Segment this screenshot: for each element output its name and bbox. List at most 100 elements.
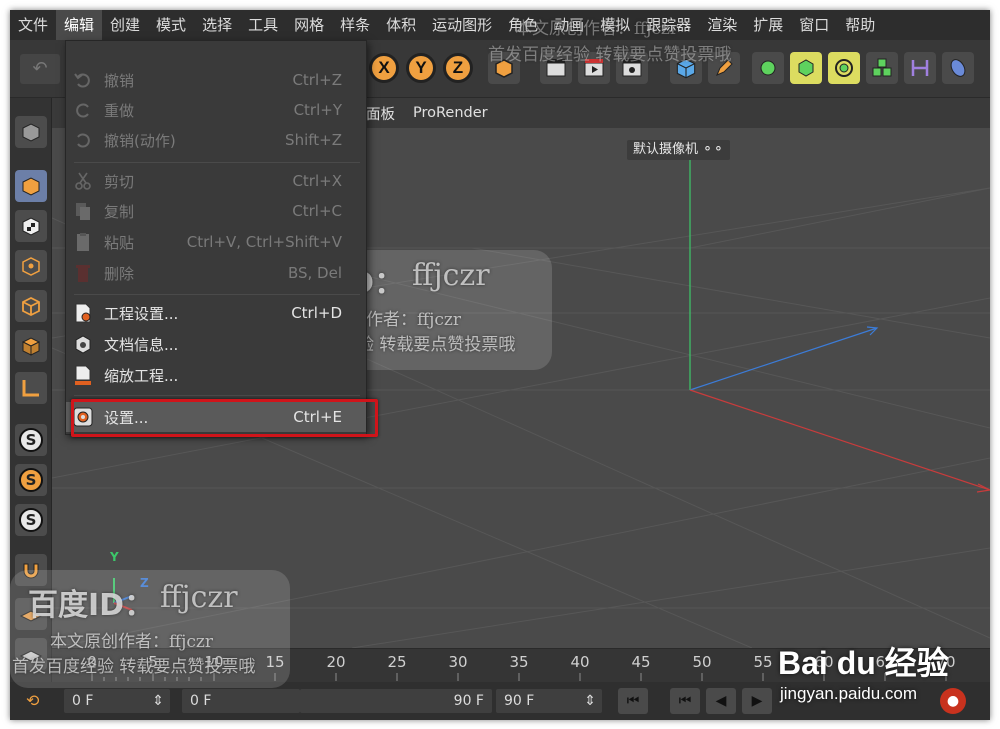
- timeline-tick: 30: [448, 653, 468, 671]
- menu-item-label: 复制: [104, 202, 135, 221]
- menu-help[interactable]: 帮助: [837, 10, 883, 40]
- x-axis-line: [689, 389, 990, 491]
- menu-separator: [74, 294, 360, 295]
- texture-mode-button[interactable]: [15, 210, 47, 242]
- green-cubes-icon: [872, 58, 892, 77]
- menu-create[interactable]: 创建: [102, 10, 148, 40]
- solo-off-button[interactable]: S: [15, 424, 47, 456]
- menu-item-delete[interactable]: 删除 BS, Del: [66, 258, 366, 288]
- menu-volume[interactable]: 体积: [378, 10, 424, 40]
- menu-item-shortcut: Ctrl+C: [292, 202, 342, 220]
- menu-item-label: 工程设置...: [104, 304, 179, 323]
- menu-item-shortcut: Ctrl+Z: [292, 71, 342, 89]
- array-button[interactable]: [866, 52, 898, 84]
- menu-item-document-info[interactable]: 文档信息...: [66, 329, 366, 359]
- menu-extensions[interactable]: 扩展: [745, 10, 791, 40]
- previous-key-button[interactable]: ⏮: [670, 688, 700, 714]
- menu-edit[interactable]: 编辑: [56, 10, 103, 40]
- menu-item-scale-project[interactable]: 缩放工程...: [66, 360, 366, 390]
- subdivision-surface-button[interactable]: [752, 52, 784, 84]
- undo-icon: [72, 69, 94, 91]
- camera-label-text: 默认摄像机: [633, 142, 699, 157]
- start-frame-value: 0 F: [190, 693, 212, 709]
- go-to-start-button[interactable]: ⏮: [618, 688, 648, 714]
- green-extrude-icon: [798, 59, 814, 77]
- x-axis-lock-button[interactable]: X: [368, 52, 400, 84]
- cloner-button[interactable]: [828, 52, 860, 84]
- menu-item-undo[interactable]: 撤销 Ctrl+Z: [66, 65, 366, 95]
- timeline-tick: 40: [570, 653, 590, 671]
- previous-frame-button[interactable]: ◀: [706, 688, 736, 714]
- document-info-icon: [72, 333, 94, 355]
- scale-project-icon: [72, 364, 94, 386]
- light-icon: [950, 59, 966, 77]
- make-editable-button[interactable]: [15, 116, 47, 148]
- menu-mesh[interactable]: 网格: [286, 10, 332, 40]
- play-button[interactable]: ▶: [742, 688, 772, 714]
- menu-item-label: 重做: [104, 101, 135, 120]
- timeline-tick: 35: [509, 653, 529, 671]
- toolbar-undo-button[interactable]: ↶: [20, 54, 60, 84]
- menu-item-shortcut: Ctrl+D: [291, 304, 342, 322]
- menu-select[interactable]: 选择: [194, 10, 240, 40]
- menu-item-shortcut: Ctrl+V, Ctrl+Shift+V: [186, 233, 342, 251]
- menu-item-label: 撤销: [104, 71, 135, 90]
- menu-item-project-settings[interactable]: 工程设置... Ctrl+D: [66, 298, 366, 328]
- max-frame-value: 90 F: [504, 693, 535, 709]
- checker-cube-icon: [22, 217, 40, 236]
- record-mode-icon[interactable]: ⟲: [26, 689, 44, 713]
- menu-item-shortcut: Ctrl+X: [292, 172, 342, 190]
- watermark-slogan: 首发百度经验 转载要点赞投票哦: [488, 45, 732, 65]
- menu-separator: [74, 162, 360, 163]
- points-mode-button[interactable]: [15, 250, 47, 282]
- timeline-tick: 20: [326, 653, 346, 671]
- menubar: 文件 编辑 创建 模式 选择 工具 网格 样条 体积 运动图形 角色 动画 模拟…: [10, 10, 990, 40]
- watermark-author: 本文原创作者：ffjczr: [50, 632, 213, 652]
- start-frame-field[interactable]: 0 F: [182, 689, 300, 713]
- light-button[interactable]: [942, 52, 974, 84]
- edges-mode-button[interactable]: [15, 290, 47, 322]
- undo-action-icon: [72, 129, 94, 151]
- menu-item-label: 删除: [104, 264, 135, 283]
- menu-mode[interactable]: 模式: [148, 10, 194, 40]
- stepper-icon: ⇕: [584, 693, 596, 709]
- menu-item-shortcut: Shift+Z: [285, 131, 342, 149]
- timeline-tick: 25: [387, 653, 407, 671]
- end-frame-field[interactable]: 90 F: [300, 689, 492, 713]
- watermark-handle: ffjczr: [412, 258, 490, 293]
- polygons-mode-button[interactable]: [15, 330, 47, 362]
- menu-item-paste[interactable]: 粘贴 Ctrl+V, Ctrl+Shift+V: [66, 227, 366, 257]
- current-frame-value: 0 F: [72, 693, 94, 709]
- menu-window[interactable]: 窗口: [791, 10, 837, 40]
- deformer-button[interactable]: [904, 52, 936, 84]
- current-frame-field[interactable]: 0 F ⇕: [64, 689, 170, 713]
- y-axis-lock-button[interactable]: Y: [405, 52, 437, 84]
- polygons-cube-icon: [21, 337, 41, 356]
- menu-item-copy[interactable]: 复制 Ctrl+C: [66, 196, 366, 226]
- uv-mode-button[interactable]: [15, 372, 47, 404]
- menu-item-label: 文档信息...: [104, 335, 179, 354]
- uv-corner-icon: [22, 380, 39, 397]
- menu-item-shortcut: Ctrl+Y: [293, 101, 342, 119]
- menu-item-undo-action[interactable]: 撤销(动作) Shift+Z: [66, 125, 366, 155]
- menu-tools[interactable]: 工具: [240, 10, 286, 40]
- menu-mograph[interactable]: 运动图形: [424, 10, 500, 40]
- watermark-handle: ffjczr: [160, 580, 238, 615]
- menu-item-cut[interactable]: 剪切 Ctrl+X: [66, 166, 366, 196]
- redo-icon: [72, 99, 94, 121]
- z-axis-lock-button[interactable]: Z: [442, 52, 474, 84]
- menu-file[interactable]: 文件: [10, 10, 56, 40]
- menu-item-label: 撤销(动作): [104, 131, 176, 150]
- stepper-icon: ⇕: [152, 693, 164, 709]
- default-camera-label[interactable]: 默认摄像机 ⚬⚬: [627, 140, 730, 160]
- menu-item-redo[interactable]: 重做 Ctrl+Y: [66, 95, 366, 125]
- make-editable-icon: [22, 123, 40, 142]
- solo-hierarchy-button[interactable]: S: [15, 504, 47, 536]
- menu-render[interactable]: 渲染: [699, 10, 745, 40]
- max-frame-field[interactable]: 90 F ⇕: [496, 689, 602, 713]
- viewport-tab-prorender[interactable]: ProRender: [404, 105, 497, 121]
- solo-single-button[interactable]: S: [15, 464, 47, 496]
- menu-spline[interactable]: 样条: [332, 10, 378, 40]
- model-mode-button[interactable]: [15, 170, 47, 202]
- extrude-button[interactable]: [790, 52, 822, 84]
